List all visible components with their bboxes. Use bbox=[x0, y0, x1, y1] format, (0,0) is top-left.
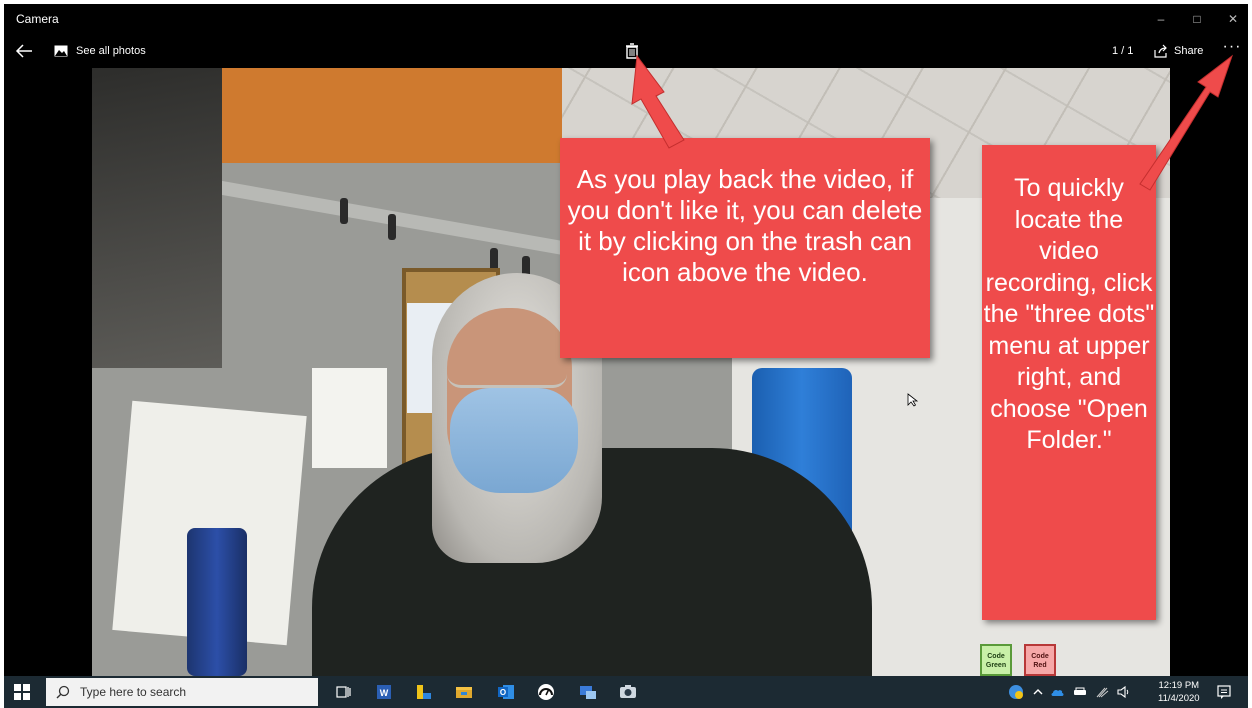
foreground-shelf bbox=[92, 68, 222, 368]
wall-hook bbox=[340, 198, 348, 224]
volume-icon[interactable] bbox=[1116, 684, 1132, 700]
more-options-callout: To quickly locate the video recording, c… bbox=[982, 145, 1156, 620]
onedrive-icon[interactable] bbox=[1050, 684, 1066, 700]
outlook-icon[interactable]: O bbox=[496, 682, 516, 702]
file-explorer-icon[interactable] bbox=[454, 682, 474, 702]
water-bottle bbox=[187, 528, 247, 676]
code-red-sign: Code Red bbox=[1024, 644, 1056, 676]
see-all-photos-button[interactable]: See all photos bbox=[54, 40, 146, 62]
trash-callout: As you play back the video, if you don't… bbox=[560, 138, 930, 358]
photos-icon bbox=[54, 45, 68, 57]
app-pin-icon[interactable] bbox=[414, 682, 434, 702]
svg-text:W: W bbox=[380, 688, 389, 698]
more-options-button[interactable]: ··· bbox=[1220, 38, 1244, 60]
see-all-photos-label: See all photos bbox=[76, 45, 146, 57]
trash-icon bbox=[626, 43, 638, 59]
network-icon[interactable] bbox=[1072, 684, 1088, 700]
share-label: Share bbox=[1174, 45, 1204, 57]
clock-date: 11/4/2020 bbox=[1158, 693, 1200, 704]
photo-counter: 1 / 1 bbox=[1112, 45, 1134, 57]
task-view-icon[interactable] bbox=[334, 682, 354, 702]
back-button[interactable] bbox=[12, 40, 36, 62]
notifications-icon[interactable] bbox=[1216, 684, 1232, 700]
maximize-button[interactable]: □ bbox=[1182, 9, 1212, 29]
close-button[interactable]: ✕ bbox=[1218, 9, 1248, 29]
taskbar: Type here to search W O 12:19 PM 11/4/20… bbox=[4, 676, 1252, 708]
code-green-sign: Code Green bbox=[980, 644, 1012, 676]
command-bar: See all photos 1 / 1 Share ··· bbox=[4, 34, 1248, 68]
share-button[interactable]: Share bbox=[1154, 40, 1203, 62]
delete-button[interactable] bbox=[622, 40, 642, 62]
wall-hook bbox=[388, 214, 396, 240]
taskbar-search-box[interactable]: Type here to search bbox=[46, 678, 318, 706]
pinned-note bbox=[312, 368, 387, 468]
word-icon[interactable]: W bbox=[374, 682, 394, 702]
windows-start-icon[interactable] bbox=[14, 684, 30, 700]
chevron-up-icon[interactable] bbox=[1030, 684, 1046, 700]
search-icon bbox=[56, 685, 70, 699]
svg-text:O: O bbox=[500, 688, 506, 697]
clock-time: 12:19 PM bbox=[1158, 680, 1200, 691]
camera-app-icon[interactable] bbox=[618, 682, 638, 702]
system-clock[interactable]: 12:19 PM 11/4/2020 bbox=[1158, 679, 1200, 705]
title-bar: Camera – □ ✕ bbox=[4, 4, 1248, 34]
mouse-cursor-icon bbox=[907, 393, 919, 407]
update-status-icon[interactable] bbox=[1008, 684, 1024, 700]
app-title: Camera bbox=[16, 12, 59, 26]
share-icon bbox=[1154, 44, 1167, 58]
pen-workspace-icon[interactable] bbox=[1094, 684, 1110, 700]
eyeglasses bbox=[447, 355, 567, 388]
speedometer-app-icon[interactable] bbox=[536, 682, 556, 702]
face-mask bbox=[450, 388, 578, 493]
minimize-button[interactable]: – bbox=[1146, 9, 1176, 29]
search-placeholder: Type here to search bbox=[80, 685, 187, 699]
back-arrow-icon bbox=[15, 44, 32, 58]
remote-desktop-icon[interactable] bbox=[578, 682, 598, 702]
